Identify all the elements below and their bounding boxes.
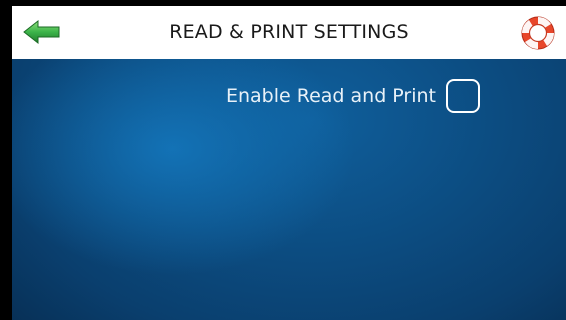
settings-content: Enable Read and Print — [12, 59, 566, 320]
enable-read-print-row: Enable Read and Print — [226, 77, 480, 115]
help-button[interactable] — [520, 15, 556, 51]
device-screen: READ & PRINT SETTINGS Enable Read and Pr… — [0, 0, 566, 320]
settings-panel: READ & PRINT SETTINGS Enable Read and Pr… — [12, 6, 566, 320]
page-title: READ & PRINT SETTINGS — [169, 21, 409, 43]
help-lifebuoy-icon — [521, 16, 555, 50]
header-bar: READ & PRINT SETTINGS — [12, 6, 566, 59]
back-arrow-icon — [23, 19, 60, 45]
enable-read-print-checkbox[interactable] — [446, 79, 480, 113]
enable-read-print-label: Enable Read and Print — [225, 85, 436, 107]
back-button[interactable] — [22, 18, 62, 46]
